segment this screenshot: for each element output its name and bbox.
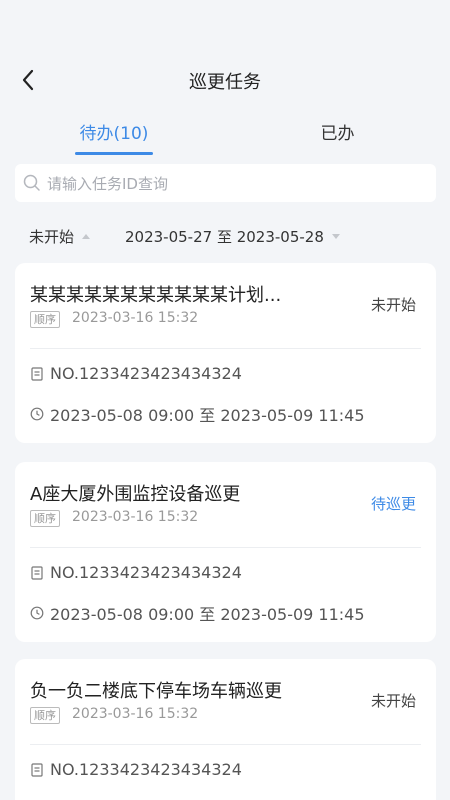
caret-down-icon <box>331 234 340 239</box>
order-badge: 顺序 <box>30 707 60 724</box>
search-input[interactable]: 请输入任务ID查询 <box>15 164 436 202</box>
search-placeholder: 请输入任务ID查询 <box>47 174 168 193</box>
divider <box>30 547 421 548</box>
task-number-row: NO.1233423423434324 <box>30 760 242 779</box>
task-card[interactable]: 某某某某某某某某某某某计划... 顺序 2023-03-16 15:32 未开始… <box>15 263 436 443</box>
task-title: A座大厦外围监控设备巡更 <box>30 484 241 505</box>
status-label: 未开始 <box>370 296 416 314</box>
task-title: 某某某某某某某某某某某计划... <box>30 285 282 306</box>
task-number-row: NO.1233423423434324 <box>30 563 242 582</box>
task-date: 2023-03-16 15:32 <box>72 706 199 722</box>
status-label: 待巡更 <box>370 495 416 513</box>
status-filter[interactable]: 未开始 <box>29 226 91 247</box>
filter-bar: 未开始 2023-05-27 至 2023-05-28 <box>0 222 450 252</box>
document-icon <box>31 366 43 381</box>
task-card[interactable]: 负一负二楼底下停车场车辆巡更 顺序 2023-03-16 15:32 未开始 N… <box>15 659 436 800</box>
task-time-row: 2023-05-08 09:00 至 2023-05-09 11:45 <box>30 601 365 625</box>
date-range-filter[interactable]: 2023-05-27 至 2023-05-28 <box>125 226 340 247</box>
task-number: NO.1233423423434324 <box>50 760 242 779</box>
task-time-range: 2023-05-08 09:00 至 2023-05-09 11:45 <box>50 406 365 425</box>
tab-todo[interactable]: 待办(10) <box>75 119 153 163</box>
order-badge: 顺序 <box>30 510 60 527</box>
task-time-row: 2023-05-08 09:00 至 2023-05-09 11:45 <box>30 402 365 426</box>
task-number-row: NO.1233423423434324 <box>30 364 242 383</box>
clock-icon <box>30 606 44 620</box>
status-label: 未开始 <box>370 692 416 710</box>
task-card[interactable]: A座大厦外围监控设备巡更 顺序 2023-03-16 15:32 待巡更 NO.… <box>15 462 436 642</box>
task-date: 2023-03-16 15:32 <box>72 310 199 326</box>
task-number: NO.1233423423434324 <box>50 364 242 383</box>
search-icon <box>23 174 40 191</box>
clock-icon <box>30 407 44 421</box>
nav-header: 巡更任务 <box>0 56 450 104</box>
document-icon <box>31 762 43 777</box>
active-tab-indicator <box>75 152 153 155</box>
page-title: 巡更任务 <box>189 72 261 93</box>
divider <box>30 348 421 349</box>
task-number: NO.1233423423434324 <box>50 563 242 582</box>
date-range-label: 2023-05-27 至 2023-05-28 <box>125 228 324 246</box>
task-time-range: 2023-05-08 09:00 至 2023-05-09 11:45 <box>50 605 365 624</box>
order-badge: 顺序 <box>30 311 60 328</box>
tab-bar: 待办(10) 已办 <box>0 115 450 159</box>
document-icon <box>31 565 43 580</box>
tab-done[interactable]: 已办 <box>300 119 375 163</box>
task-title: 负一负二楼底下停车场车辆巡更 <box>30 681 282 702</box>
status-filter-label: 未开始 <box>29 228 75 246</box>
caret-up-icon <box>82 234 91 239</box>
task-date: 2023-03-16 15:32 <box>72 509 199 525</box>
divider <box>30 744 421 745</box>
